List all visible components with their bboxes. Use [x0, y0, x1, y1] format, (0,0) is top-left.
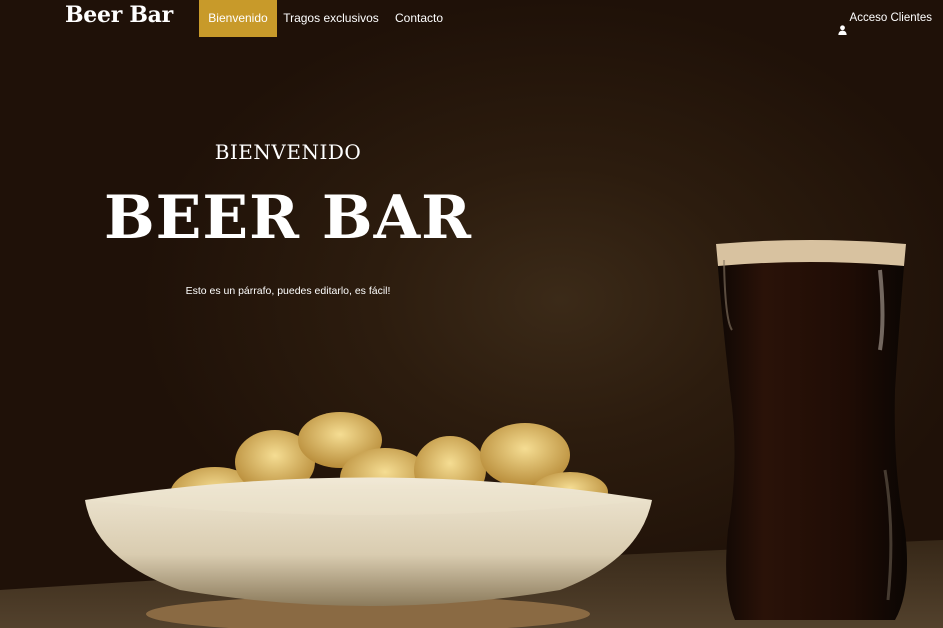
hero-paragraph: Esto es un párrafo, puedes editarlo, es … — [185, 285, 391, 297]
hero-subtitle: BIENVENIDO — [214, 140, 362, 164]
login-link[interactable]: Acceso Clientes — [837, 0, 932, 37]
login-label: Acceso Clientes — [849, 12, 932, 24]
navbar: Beer Bar Bienvenido Tragos exclusivos Co… — [0, 0, 943, 37]
nav-item-contacto[interactable]: Contacto — [386, 0, 452, 37]
hero-section: Beer Bar Bienvenido Tragos exclusivos Co… — [0, 0, 943, 628]
nav-item-tragos-exclusivos[interactable]: Tragos exclusivos — [278, 0, 384, 37]
user-icon — [837, 14, 847, 35]
hero-background-image — [0, 240, 943, 628]
brand-logo[interactable]: Beer Bar — [65, 0, 173, 30]
hero-title: BEER BAR — [103, 183, 473, 253]
nav-item-bienvenido[interactable]: Bienvenido — [199, 0, 277, 37]
